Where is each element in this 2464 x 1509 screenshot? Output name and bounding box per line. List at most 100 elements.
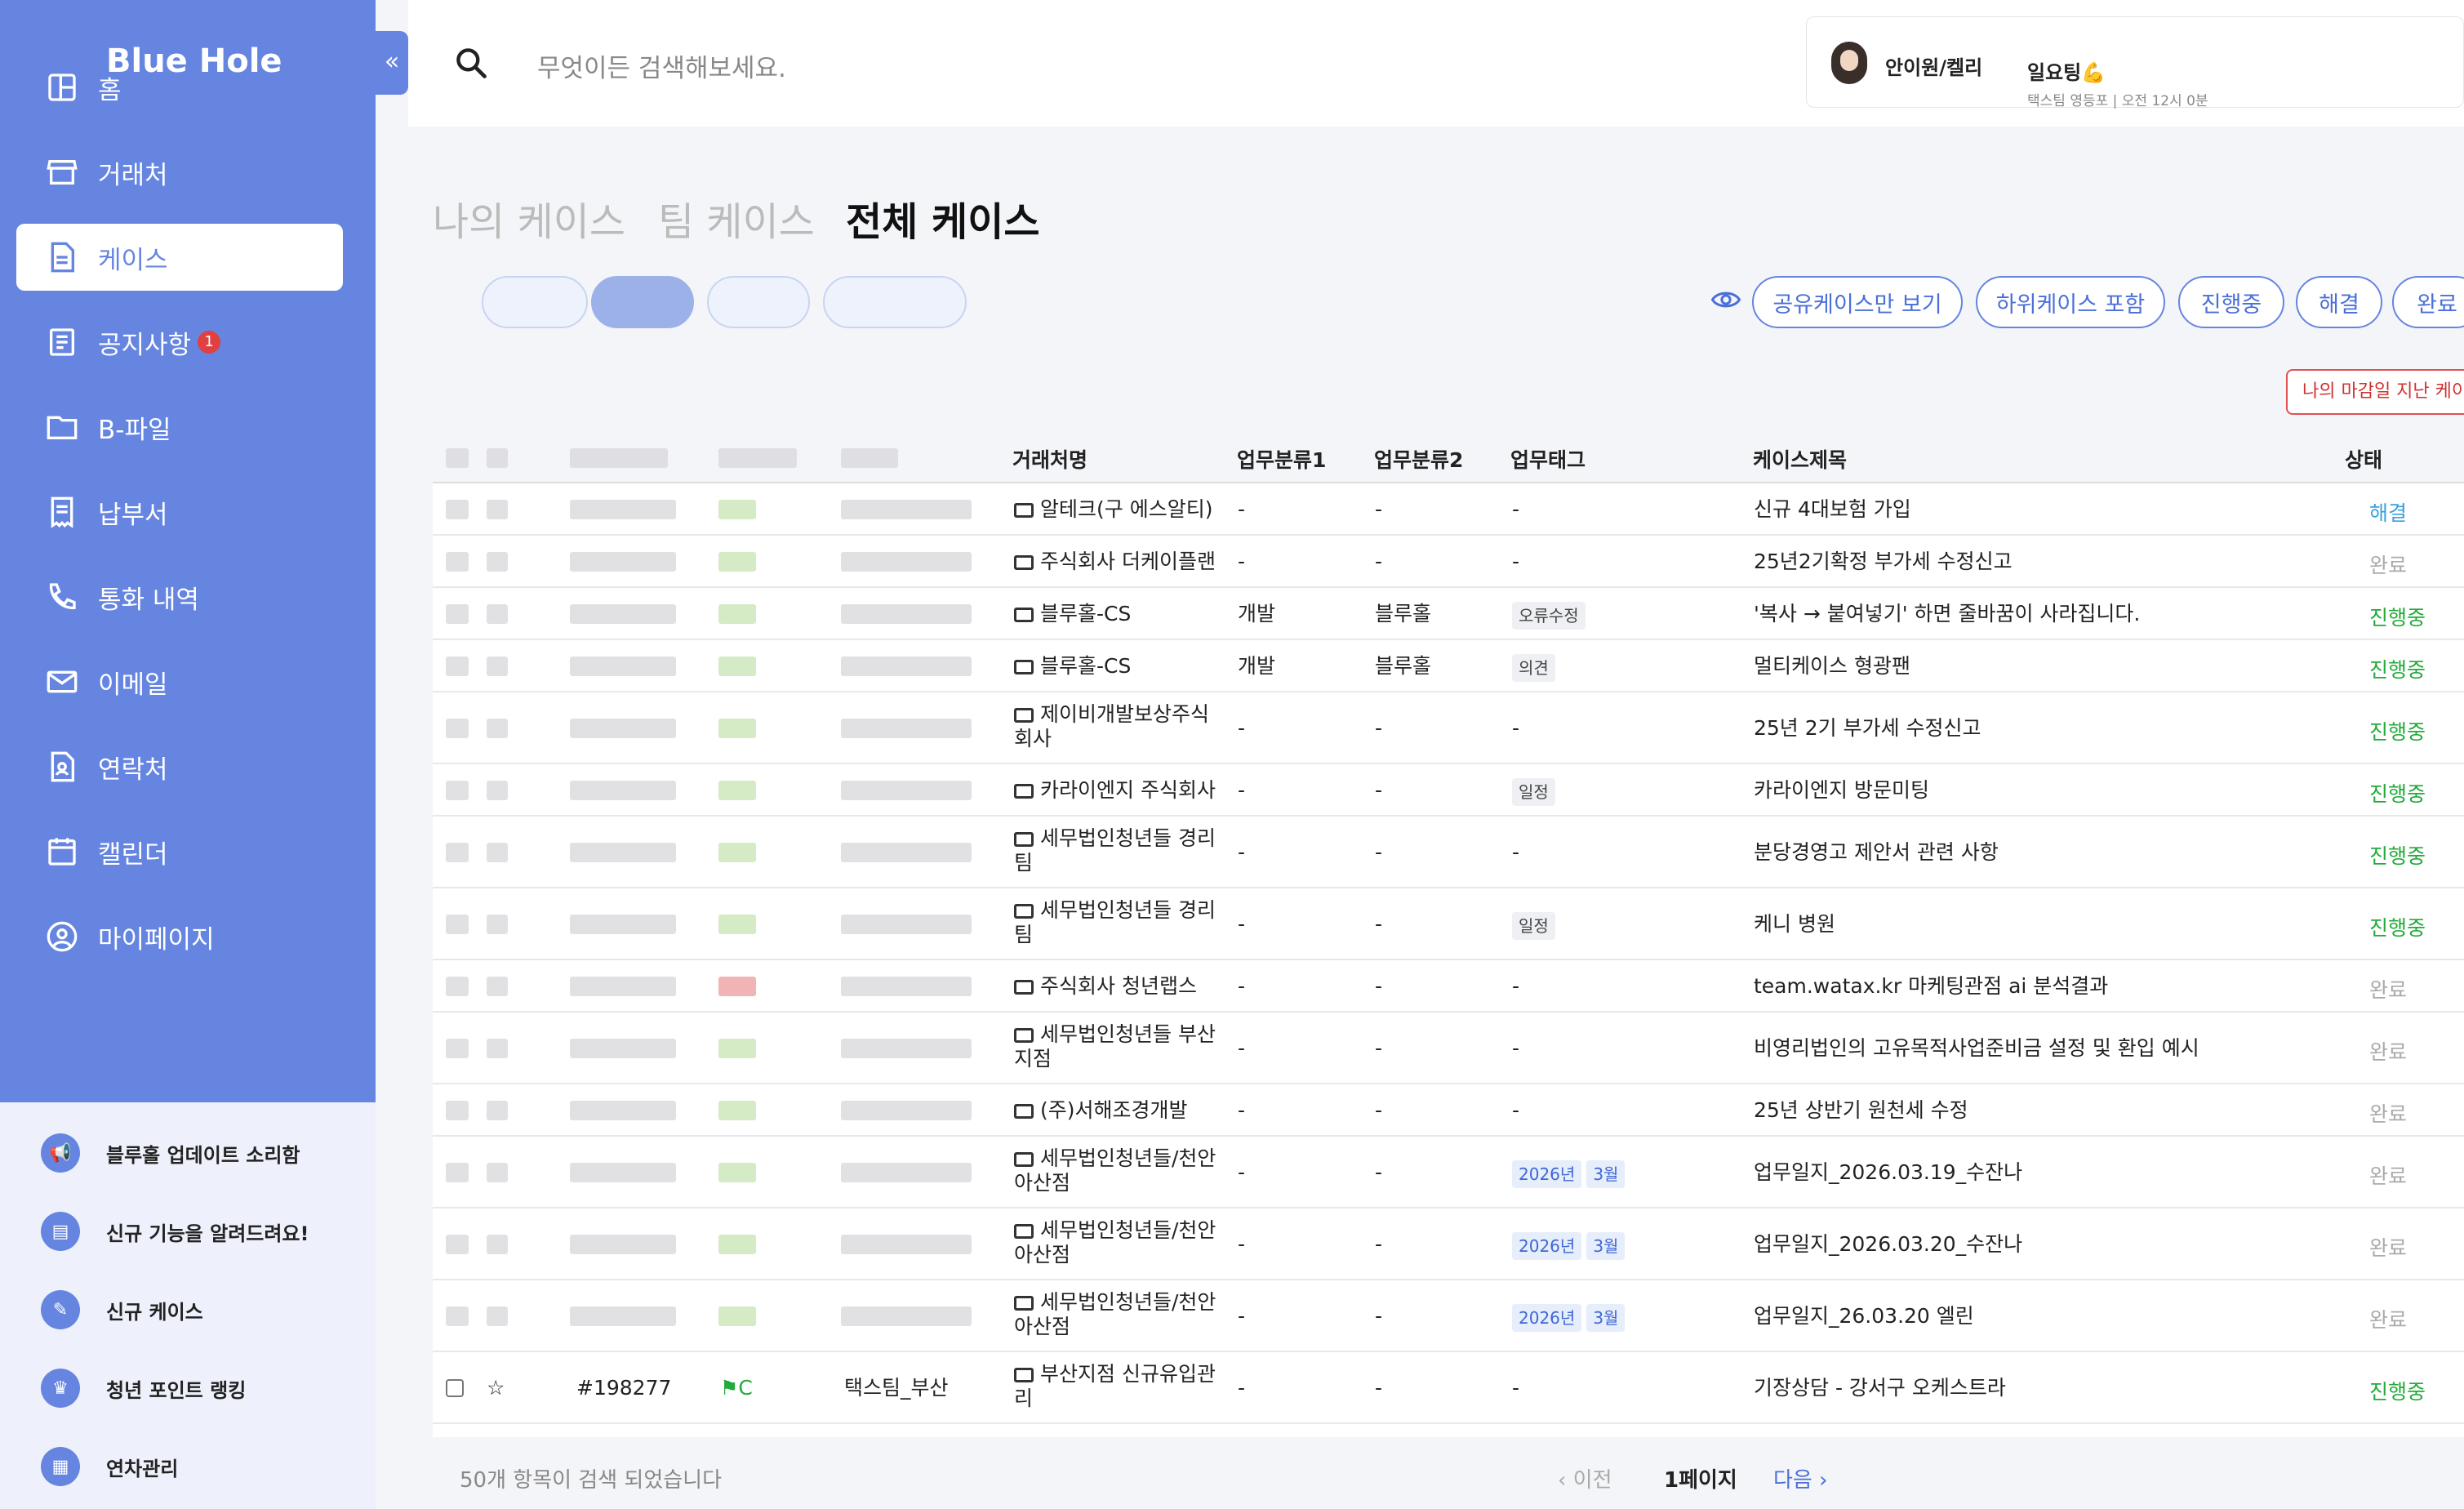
new-case-icon: ✎	[41, 1290, 80, 1329]
client-cell[interactable]: 알테크(구 에스알티)	[1014, 497, 1218, 522]
crown-icon: ♛	[41, 1369, 80, 1408]
next-page-button[interactable]: 다음 ›	[1773, 1463, 1828, 1493]
filter-in-progress[interactable]: 진행중	[2178, 276, 2284, 328]
category2-cell: 블루홀	[1375, 654, 1432, 678]
sidebar-item-label: 연락처	[98, 754, 168, 785]
redacted-cell	[570, 604, 676, 624]
sidebar-item-10[interactable]: 마이페이지	[16, 903, 343, 970]
tags-cell: 2026년 3월	[1512, 1160, 1630, 1188]
case-title-cell: 비영리법인의 고유목적사업준비금 설정 및 환입 예시	[1754, 1036, 2199, 1060]
status-badge: 완료	[2369, 1102, 2408, 1126]
sidebar-item-7[interactable]: 이메일	[16, 648, 343, 715]
tab-all-cases[interactable]: 전체 케이스	[846, 189, 1040, 247]
client-cell[interactable]: 부산지점 신규유입관리	[1014, 1362, 1218, 1411]
client-cell[interactable]: 세무법인청년들 경리팀	[1014, 826, 1218, 875]
store-icon	[1014, 1296, 1034, 1311]
sidebar-bottom-item-0[interactable]: 📢 블루홀 업데이트 소리함	[41, 1133, 300, 1173]
redacted-filter-chip[interactable]	[591, 276, 694, 328]
tab-team-cases[interactable]: 팀 케이스	[658, 189, 815, 247]
client-cell[interactable]: (주)서해조경개발	[1014, 1098, 1218, 1123]
header-tags[interactable]: 업무태그	[1510, 444, 1586, 474]
redacted-filter-chip[interactable]	[482, 276, 588, 328]
sidebar-bottom-item-4[interactable]: ▦ 연차관리	[41, 1447, 178, 1486]
redacted-cell	[487, 552, 508, 572]
redacted-cell	[570, 552, 676, 572]
header-status[interactable]: 상태	[2345, 444, 2382, 474]
client-cell[interactable]: 주식회사 청년랩스	[1014, 974, 1218, 999]
redacted-cell	[570, 1039, 676, 1058]
overdue-cases-button[interactable]: 나의 마감일 지난 케이스	[2286, 369, 2464, 415]
case-title-cell: 25년2기확정 부가세 수정신고	[1754, 550, 2013, 573]
sidebar-item-6[interactable]: 통화 내역	[16, 563, 343, 630]
sidebar-bottom-item-2[interactable]: ✎ 신규 케이스	[41, 1290, 203, 1329]
document-icon	[44, 239, 80, 275]
client-cell[interactable]: 제이비개발보상주식회사	[1014, 702, 1218, 751]
client-cell[interactable]: 주식회사 더케이플랜	[1014, 550, 1218, 574]
sidebar-item-5[interactable]: 납부서	[16, 479, 343, 545]
sidebar-item-3[interactable]: 공지사항 1	[16, 309, 343, 376]
dashboard-icon	[44, 69, 80, 105]
redacted-cell	[570, 977, 676, 996]
client-cell[interactable]: 카라이엔지 주식회사	[1014, 778, 1218, 803]
store-icon	[1014, 784, 1034, 799]
redacted-filter-chip[interactable]	[823, 276, 967, 328]
redacted-cell	[446, 977, 469, 996]
client-cell[interactable]: 세무법인청년들 부산지점	[1014, 1022, 1218, 1071]
sidebar-item-0[interactable]: 홈	[16, 54, 343, 121]
redacted-cell	[570, 781, 676, 800]
category2-cell: -	[1375, 716, 1383, 740]
redacted-cell	[718, 915, 756, 934]
store-icon	[44, 154, 80, 190]
header-title[interactable]: 케이스제목	[1753, 444, 1847, 474]
search-input[interactable]: 무엇이든 검색해보세요.	[537, 47, 786, 84]
redacted-cell	[570, 915, 676, 934]
client-cell[interactable]: 블루홀-CS	[1014, 654, 1218, 679]
store-icon	[1014, 555, 1034, 570]
tags-cell: -	[1512, 497, 1520, 521]
client-cell[interactable]: 세무법인청년들/천안아산점	[1014, 1290, 1218, 1339]
sidebar-item-2[interactable]: 케이스	[16, 224, 343, 291]
redacted-cell	[841, 500, 972, 519]
client-cell[interactable]: 세무법인청년들/천안아산점	[1014, 1218, 1218, 1267]
redacted-cell	[841, 1235, 972, 1254]
case-table: 거래처명 업무분류1 업무분류2 업무태그 케이스제목 상태 알테크(구 에스알…	[433, 433, 2464, 1437]
avatar	[1831, 42, 1867, 84]
search-icon[interactable]	[453, 45, 489, 81]
sidebar-item-9[interactable]: 캘린더	[16, 818, 343, 885]
filter-completed[interactable]: 완료	[2392, 276, 2464, 328]
phone-icon	[44, 579, 80, 615]
header-category2[interactable]: 업무분류2	[1374, 444, 1463, 474]
sidebar-item-4[interactable]: B-파일	[16, 394, 343, 461]
filter-include-subcases[interactable]: 하위케이스 포함	[1976, 276, 2165, 328]
store-icon	[1014, 1224, 1034, 1239]
redacted-filter-chip[interactable]	[707, 276, 810, 328]
sidebar-item-1[interactable]: 거래처	[16, 139, 343, 206]
redacted-cell	[446, 552, 469, 572]
header-category1[interactable]: 업무분류1	[1237, 444, 1326, 474]
client-name: 부산지점 신규유입관리	[1014, 1362, 1216, 1410]
client-cell[interactable]: 블루홀-CS	[1014, 602, 1218, 626]
filter-resolved[interactable]: 해결	[2296, 276, 2382, 328]
eye-icon[interactable]	[1711, 287, 1741, 312]
redacted-header	[570, 448, 668, 468]
redacted-cell	[841, 915, 972, 934]
tab-my-cases[interactable]: 나의 케이스	[433, 189, 625, 247]
header-client[interactable]: 거래처명	[1012, 444, 1087, 474]
client-cell[interactable]: 세무법인청년들 경리팀	[1014, 898, 1218, 947]
sidebar-item-8[interactable]: 연락처	[16, 733, 343, 800]
user-name: 안이원/켈리	[1885, 56, 1983, 79]
client-cell[interactable]: 세무법인청년들/천안아산점	[1014, 1146, 1218, 1195]
redacted-cell	[487, 915, 508, 934]
prev-page-button[interactable]: ‹ 이전	[1558, 1463, 1612, 1493]
filter-shared-only[interactable]: 공유케이스만 보기	[1752, 276, 1963, 328]
sidebar-bottom-item-3[interactable]: ♛ 청년 포인트 랭킹	[41, 1369, 246, 1408]
status-badge: 진행중	[2369, 720, 2426, 744]
redacted-cell	[841, 1163, 972, 1182]
category2-cell: -	[1375, 840, 1383, 864]
sidebar-bottom-item-1[interactable]: ▤ 신규 기능을 알려드려요!	[41, 1212, 309, 1251]
sidebar-collapse-button[interactable]: «	[376, 31, 408, 95]
status-badge: 진행중	[2369, 606, 2426, 630]
redacted-cell	[570, 500, 676, 519]
category2-cell: -	[1375, 1232, 1383, 1256]
user-status-card[interactable]: 안이원/켈리 일요팅💪 택스팀 영등포 | 오전 12시 0분	[1806, 16, 2464, 109]
